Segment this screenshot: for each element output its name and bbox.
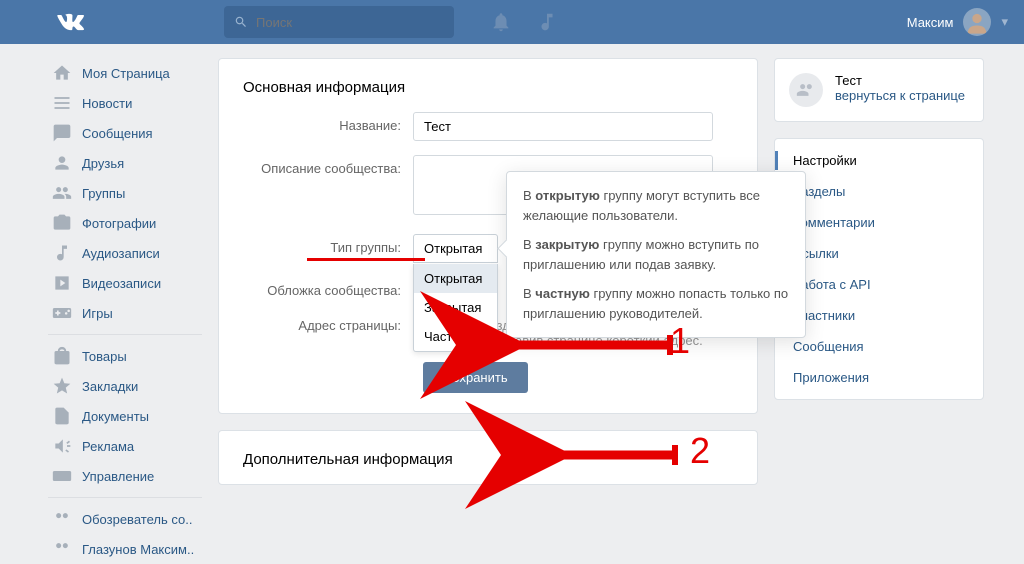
- nav-members[interactable]: Участники: [775, 300, 983, 331]
- group-name: Тест: [835, 73, 965, 88]
- search-input[interactable]: [256, 15, 444, 30]
- nav-market[interactable]: Товары: [48, 341, 202, 371]
- nav-links[interactable]: Ссылки: [775, 238, 983, 269]
- type-tooltip: В открытую группу могут вступить все жел…: [506, 171, 806, 338]
- nav-comments[interactable]: Комментарии: [775, 207, 983, 238]
- nav-ads[interactable]: Реклама: [48, 431, 202, 461]
- name-label: Название:: [243, 112, 413, 133]
- doc-icon: [52, 406, 72, 426]
- nav-glazunov[interactable]: Глазунов Максим..: [48, 534, 202, 564]
- nav-observer[interactable]: Обозреватель со..: [48, 504, 202, 534]
- group-type-dropdown[interactable]: Открытая Открытая Закрытая Частная В отк…: [413, 234, 498, 263]
- nav-manage[interactable]: Управление: [48, 461, 202, 491]
- gamepad-icon: [52, 303, 72, 323]
- nav-bookmarks[interactable]: Закладки: [48, 371, 202, 401]
- nav-docs[interactable]: Документы: [48, 401, 202, 431]
- nav-photos[interactable]: Фотографии: [48, 208, 202, 238]
- feed-icon: [52, 93, 72, 113]
- search-box[interactable]: [224, 6, 454, 38]
- ads-icon: [52, 436, 72, 456]
- main-settings-panel: Основная информация Название: Описание с…: [218, 58, 758, 414]
- annotation-underline: [307, 258, 425, 261]
- cover-label: Обложка сообщества:: [243, 277, 413, 298]
- username: Максим: [907, 15, 954, 30]
- nav-groups[interactable]: Группы: [48, 178, 202, 208]
- avatar: [963, 8, 991, 36]
- chevron-down-icon: ▾: [1001, 14, 1008, 30]
- left-sidebar: Моя Страница Новости Сообщения Друзья Гр…: [48, 58, 202, 564]
- gamepad-icon: [52, 466, 72, 486]
- group-avatar: [789, 73, 823, 107]
- video-icon: [52, 273, 72, 293]
- nav-news[interactable]: Новости: [48, 88, 202, 118]
- panel-title: Основная информация: [219, 59, 757, 112]
- audio-icon: [52, 243, 72, 263]
- extra-info-panel: Дополнительная информация: [218, 430, 758, 485]
- groups-icon: [52, 509, 72, 529]
- message-icon: [52, 123, 72, 143]
- nav-messages[interactable]: Сообщения: [48, 118, 202, 148]
- vk-logo-icon[interactable]: [56, 8, 84, 36]
- dropdown-selected: Открытая: [424, 241, 482, 256]
- save-button[interactable]: Сохранить: [423, 362, 528, 393]
- nav-audio[interactable]: Аудиозаписи: [48, 238, 202, 268]
- desc-label: Описание сообщества:: [243, 155, 413, 176]
- user-menu[interactable]: Максим ▾: [907, 8, 1008, 36]
- top-header: Максим ▾: [0, 0, 1024, 44]
- music-icon[interactable]: [536, 11, 558, 33]
- camera-icon: [52, 213, 72, 233]
- group-header-box: Тест вернуться к странице: [774, 58, 984, 122]
- dropdown-list: Открытая Закрытая Частная: [413, 264, 498, 352]
- dropdown-option-closed[interactable]: Закрытая: [414, 293, 497, 322]
- nav-video[interactable]: Видеозаписи: [48, 268, 202, 298]
- extra-title: Дополнительная информация: [219, 431, 757, 484]
- star-icon: [52, 376, 72, 396]
- friends-icon: [52, 153, 72, 173]
- addr-label: Адрес страницы:: [243, 312, 413, 333]
- search-icon: [234, 15, 248, 29]
- nav-games[interactable]: Игры: [48, 298, 202, 328]
- groups-icon: [52, 539, 72, 559]
- market-icon: [52, 346, 72, 366]
- type-label: Тип группы:: [243, 234, 413, 255]
- dropdown-option-open[interactable]: Открытая: [414, 264, 497, 293]
- home-icon: [52, 63, 72, 83]
- nav-apps[interactable]: Приложения: [775, 362, 983, 393]
- groups-icon: [52, 183, 72, 203]
- back-to-page-link[interactable]: вернуться к странице: [835, 88, 965, 103]
- nav-my-page[interactable]: Моя Страница: [48, 58, 202, 88]
- group-name-input[interactable]: [413, 112, 713, 141]
- bell-icon[interactable]: [490, 11, 512, 33]
- nav-messages-setting[interactable]: Сообщения: [775, 331, 983, 362]
- dropdown-option-private[interactable]: Частная: [414, 322, 497, 351]
- nav-settings[interactable]: Настройки: [775, 145, 983, 176]
- nav-friends[interactable]: Друзья: [48, 148, 202, 178]
- nav-api[interactable]: Работа с API: [775, 269, 983, 300]
- nav-sections[interactable]: Разделы: [775, 176, 983, 207]
